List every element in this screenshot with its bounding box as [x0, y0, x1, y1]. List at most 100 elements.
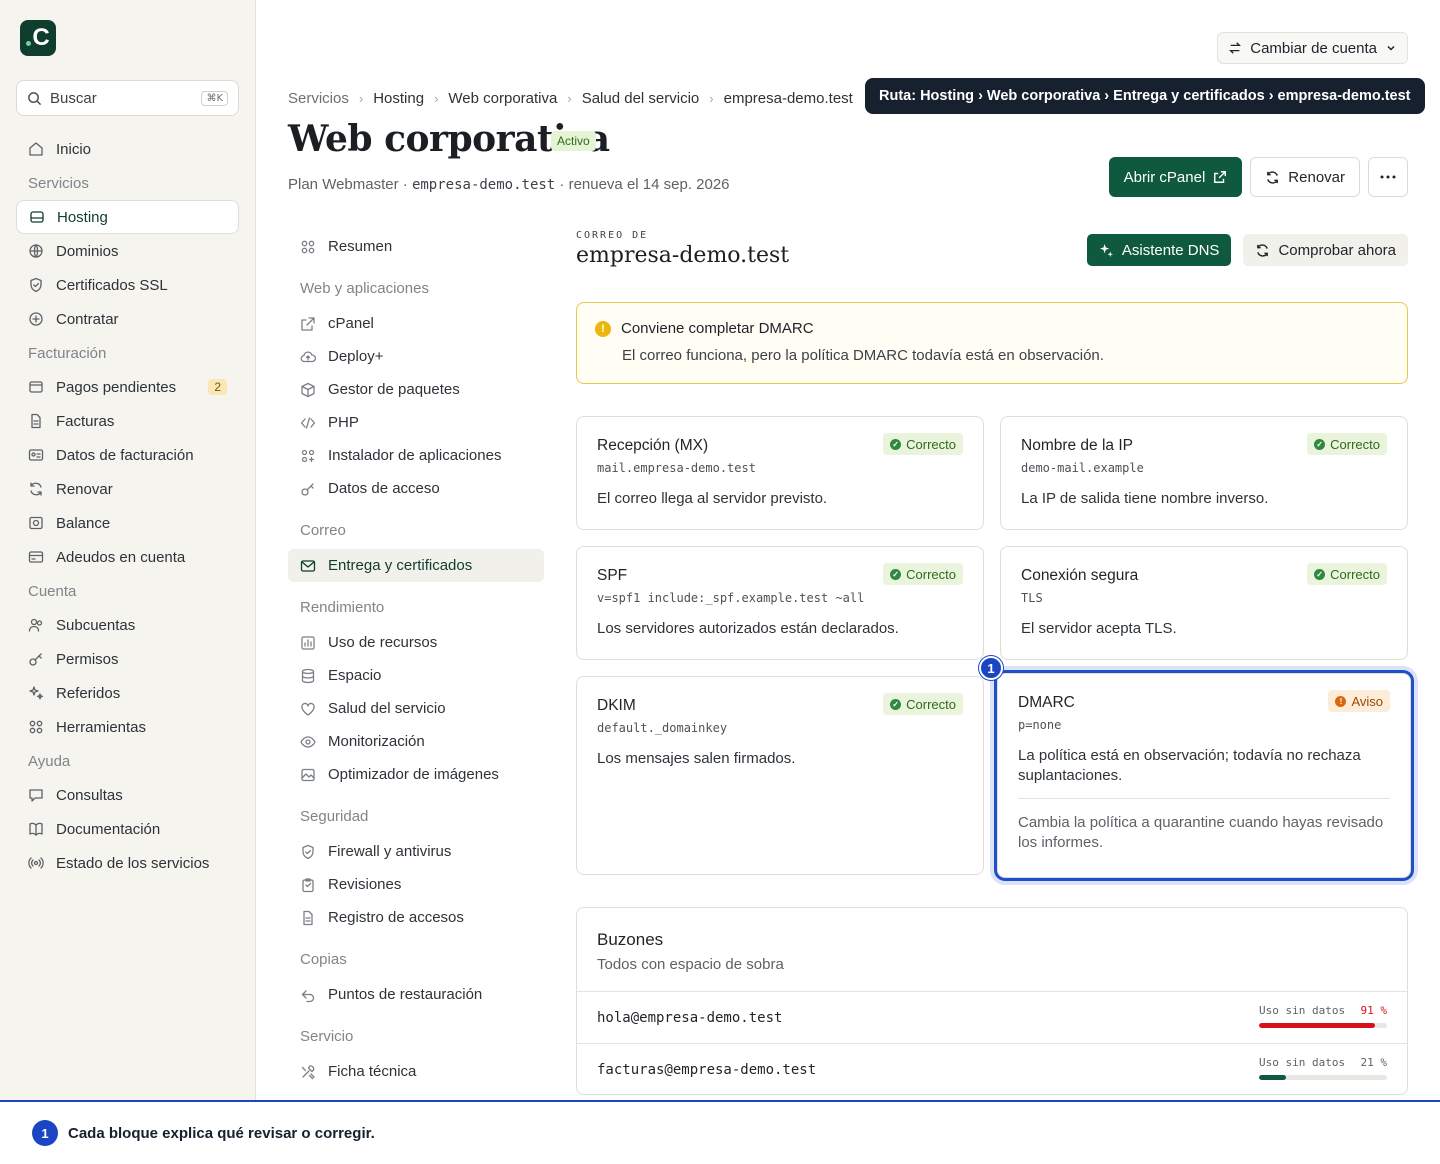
sidebar-item-label: Datos de facturación	[56, 446, 194, 464]
breadcrumb-servicios[interactable]: Servicios	[288, 90, 349, 107]
subnav-item-firewall-y-antivirus[interactable]: Firewall y antivirus	[288, 835, 544, 868]
usage-bar-fill	[1259, 1075, 1286, 1080]
check-description: Los mensajes salen firmados.	[597, 750, 796, 767]
refresh-icon	[1255, 243, 1270, 258]
shield-icon	[300, 844, 316, 860]
sidebar-item-label: Subcuentas	[56, 616, 136, 634]
check-description: El correo llega al servidor previsto.	[597, 490, 828, 507]
subnav-item-label: Puntos de restauración	[328, 986, 483, 1003]
open-cpanel-button[interactable]: Abrir cPanel	[1108, 157, 1243, 197]
sidebar-item-label: Adeudos en cuenta	[56, 548, 186, 566]
dns-wizard-button[interactable]: Asistente DNS	[1086, 234, 1232, 266]
refresh-icon	[1265, 170, 1280, 185]
subnav-item-revisiones[interactable]: Revisiones	[288, 868, 544, 901]
check-circle-icon: ✓	[890, 568, 902, 580]
plan-domain: empresa-demo.test	[411, 177, 556, 193]
breadcrumb-hosting[interactable]: Hosting	[373, 90, 424, 107]
subnav-item-monitorizacion[interactable]: Monitorización	[288, 725, 544, 758]
tools-icon	[300, 1064, 316, 1080]
subnav-item-label: Firewall y antivirus	[328, 843, 452, 860]
subnav-section-rendimiento: Rendimiento	[300, 599, 385, 616]
check-card-dmarc: DMARC p=none La política está en observaci…	[997, 673, 1411, 878]
subnav-item-label: Ficha técnica	[328, 1063, 417, 1080]
mailbox-usage: Uso sin datos 21 %	[1259, 1056, 1387, 1080]
subnav-item-deploy[interactable]: Deploy+	[288, 340, 544, 373]
sidebar-item-consultas[interactable]: Consultas	[16, 778, 239, 812]
sidebar-item-inicio[interactable]: Inicio	[16, 132, 239, 166]
check-code: mail.empresa-demo.test	[597, 461, 756, 475]
subnav-item-label: Monitorización	[328, 733, 425, 750]
subnav-item-label: Espacio	[328, 667, 382, 684]
sidebar-item-pagos-pendientes[interactable]: Pagos pendientes 2	[16, 370, 239, 404]
annotation-footer: 1 Cada bloque explica qué revisar o corr…	[0, 1100, 1440, 1164]
breadcrumb-web-corporativa[interactable]: Web corporativa	[448, 90, 557, 107]
sidebar-item-documentacion[interactable]: Documentación	[16, 812, 239, 846]
breadcrumb-domain[interactable]: empresa-demo.test	[724, 90, 853, 107]
subnav-item-php[interactable]: PHP	[288, 406, 544, 439]
mail-icon	[300, 558, 316, 574]
subnav-item-resumen[interactable]: Resumen	[288, 230, 544, 263]
sidebar-item-herramientas[interactable]: Herramientas	[16, 710, 239, 744]
subnav-item-ficha-tecnica[interactable]: Ficha técnica	[288, 1055, 544, 1088]
sidebar-item-facturas[interactable]: Facturas	[16, 404, 239, 438]
key-icon	[300, 481, 316, 497]
sidebar-item-adeudos-en-cuenta[interactable]: Adeudos en cuenta	[16, 540, 239, 574]
subnav-item-optimizador-de-imagenes[interactable]: Optimizador de imágenes	[288, 758, 544, 791]
check-status-badge: ! Aviso	[1328, 690, 1390, 712]
image-icon	[300, 767, 316, 783]
check-description: El servidor acepta TLS.	[1021, 620, 1177, 637]
switch-account-button[interactable]: Cambiar de cuenta	[1217, 32, 1408, 64]
sidebar-item-hosting[interactable]: Hosting	[16, 200, 239, 234]
sidebar-item-dominios[interactable]: Dominios	[16, 234, 239, 268]
subnav-item-entrega-y-certificados[interactable]: Entrega y certificados	[288, 549, 544, 582]
breadcrumb-salud[interactable]: Salud del servicio	[582, 90, 700, 107]
app-logo[interactable]: C	[20, 20, 56, 56]
subnav-item-registro-de-accesos[interactable]: Registro de accesos	[288, 901, 544, 934]
search-box[interactable]: Buscar ⌘K	[16, 80, 239, 116]
sidebar-item-permisos[interactable]: Permisos	[16, 642, 239, 676]
apps-icon	[300, 448, 316, 464]
renew-button[interactable]: Renovar	[1250, 157, 1360, 197]
check-description: La política está en observación; todavía…	[1018, 747, 1361, 784]
check-code: demo-mail.example	[1021, 461, 1144, 475]
sidebar-item-label: Pagos pendientes	[56, 378, 177, 396]
subnav-item-label: Instalador de aplicaciones	[328, 447, 502, 464]
sidebar-item-balance[interactable]: Balance	[16, 506, 239, 540]
subnav-item-datos-de-acceso[interactable]: Datos de acceso	[288, 472, 544, 505]
sidebar-item-datos-de-facturacion[interactable]: Datos de facturación	[16, 438, 239, 472]
usage-bar	[1259, 1023, 1387, 1028]
subnav-item-salud-del-servicio[interactable]: Salud del servicio	[288, 692, 544, 725]
sidebar-item-estado-de-los-servicios[interactable]: Estado de los servicios	[16, 846, 239, 880]
subnav-item-label: Registro de accesos	[328, 909, 464, 926]
sparkle-icon	[28, 685, 44, 701]
subnav-item-label: Salud del servicio	[328, 700, 446, 717]
search-input[interactable]: Buscar	[50, 90, 97, 107]
subnav-item-cpanel[interactable]: cPanel	[288, 307, 544, 340]
heart-icon	[300, 701, 316, 717]
sidebar-item-referidos[interactable]: Referidos	[16, 676, 239, 710]
check-circle-icon: ✓	[1314, 568, 1326, 580]
switch-account-label: Cambiar de cuenta	[1250, 39, 1377, 57]
subnav-item-uso-de-recursos[interactable]: Uso de recursos	[288, 626, 544, 659]
header-actions: Abrir cPanel Renovar	[1108, 157, 1408, 197]
sidebar-section-facturacion: Facturación	[28, 344, 107, 362]
subnav-item-gestor-de-paquetes[interactable]: Gestor de paquetes	[288, 373, 544, 406]
sidebar-item-label: Documentación	[56, 820, 161, 838]
usage-bar-fill	[1259, 1023, 1376, 1028]
chevron-right-icon: ›	[709, 90, 714, 106]
subnav-item-espacio[interactable]: Espacio	[288, 659, 544, 692]
more-options-button[interactable]	[1368, 157, 1408, 197]
sidebar-item-certificados-ssl[interactable]: Certificados SSL	[16, 268, 239, 302]
sidebar-item-label: Estado de los servicios	[56, 854, 210, 872]
subnav-item-puntos-de-restauracion[interactable]: Puntos de restauración	[288, 978, 544, 1011]
sidebar-item-subcuentas[interactable]: Subcuentas	[16, 608, 239, 642]
route-tooltip: Ruta: Hosting › Web corporativa › Entreg…	[865, 78, 1425, 114]
sidebar-item-contratar[interactable]: Contratar	[16, 302, 239, 336]
mailbox-usage: Uso sin datos 91 %	[1259, 1004, 1387, 1028]
mailbox-row[interactable]: facturas@empresa-demo.test Uso sin datos 2…	[577, 1043, 1407, 1094]
subnav-item-instalador-de-aplicaciones[interactable]: Instalador de aplicaciones	[288, 439, 544, 472]
sidebar-item-renovar[interactable]: Renovar	[16, 472, 239, 506]
check-now-button[interactable]: Comprobar ahora	[1243, 234, 1408, 266]
mailboxes-title: Buzones	[597, 930, 664, 949]
mailbox-row[interactable]: hola@empresa-demo.test Uso sin datos 91 %	[577, 991, 1407, 1043]
